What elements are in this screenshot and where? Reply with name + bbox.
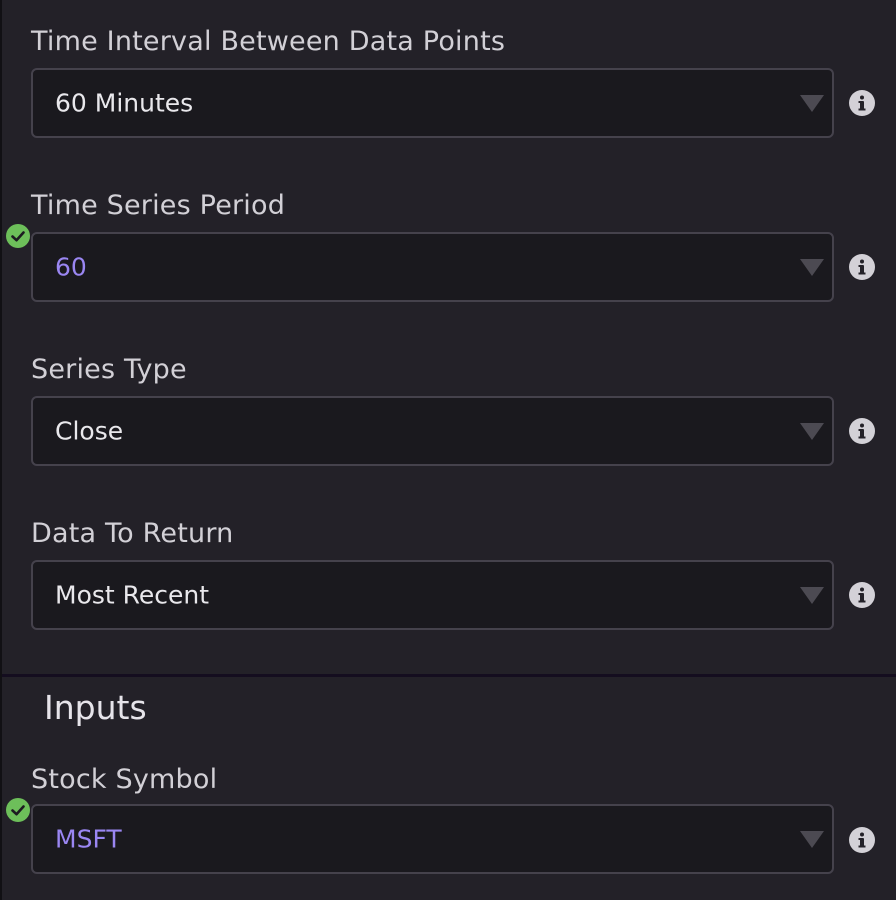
select-value: 60 Minutes bbox=[55, 88, 194, 118]
info-icon[interactable] bbox=[849, 582, 875, 608]
chevron-down-icon bbox=[800, 423, 824, 440]
select-value: 60 bbox=[55, 252, 87, 282]
chevron-down-icon bbox=[800, 259, 824, 276]
info-icon[interactable] bbox=[849, 254, 875, 280]
series-type-select[interactable]: Close bbox=[31, 396, 834, 466]
field-label: Data To Return bbox=[31, 518, 234, 549]
section-divider bbox=[2, 674, 896, 677]
check-circle-icon bbox=[6, 798, 30, 822]
select-value: Most Recent bbox=[55, 580, 210, 610]
check-circle-icon bbox=[6, 224, 30, 248]
info-icon[interactable] bbox=[849, 90, 875, 116]
info-icon[interactable] bbox=[849, 827, 875, 853]
section-title-inputs: Inputs bbox=[44, 688, 147, 727]
stock-symbol-select[interactable]: MSFT bbox=[31, 804, 834, 874]
select-value: MSFT bbox=[55, 824, 122, 854]
select-value: Close bbox=[55, 416, 124, 446]
info-icon[interactable] bbox=[849, 418, 875, 444]
time-series-period-select[interactable]: 60 bbox=[31, 232, 834, 302]
field-label: Time Series Period bbox=[31, 190, 286, 221]
chevron-down-icon bbox=[800, 587, 824, 604]
settings-panel: Time Interval Between Data Points 60 Min… bbox=[0, 0, 896, 900]
chevron-down-icon bbox=[800, 95, 824, 112]
field-label: Series Type bbox=[31, 354, 187, 385]
time-interval-select[interactable]: 60 Minutes bbox=[31, 68, 834, 138]
chevron-down-icon bbox=[800, 831, 824, 848]
field-label: Stock Symbol bbox=[31, 764, 218, 795]
data-to-return-select[interactable]: Most Recent bbox=[31, 560, 834, 630]
field-label: Time Interval Between Data Points bbox=[31, 26, 506, 57]
